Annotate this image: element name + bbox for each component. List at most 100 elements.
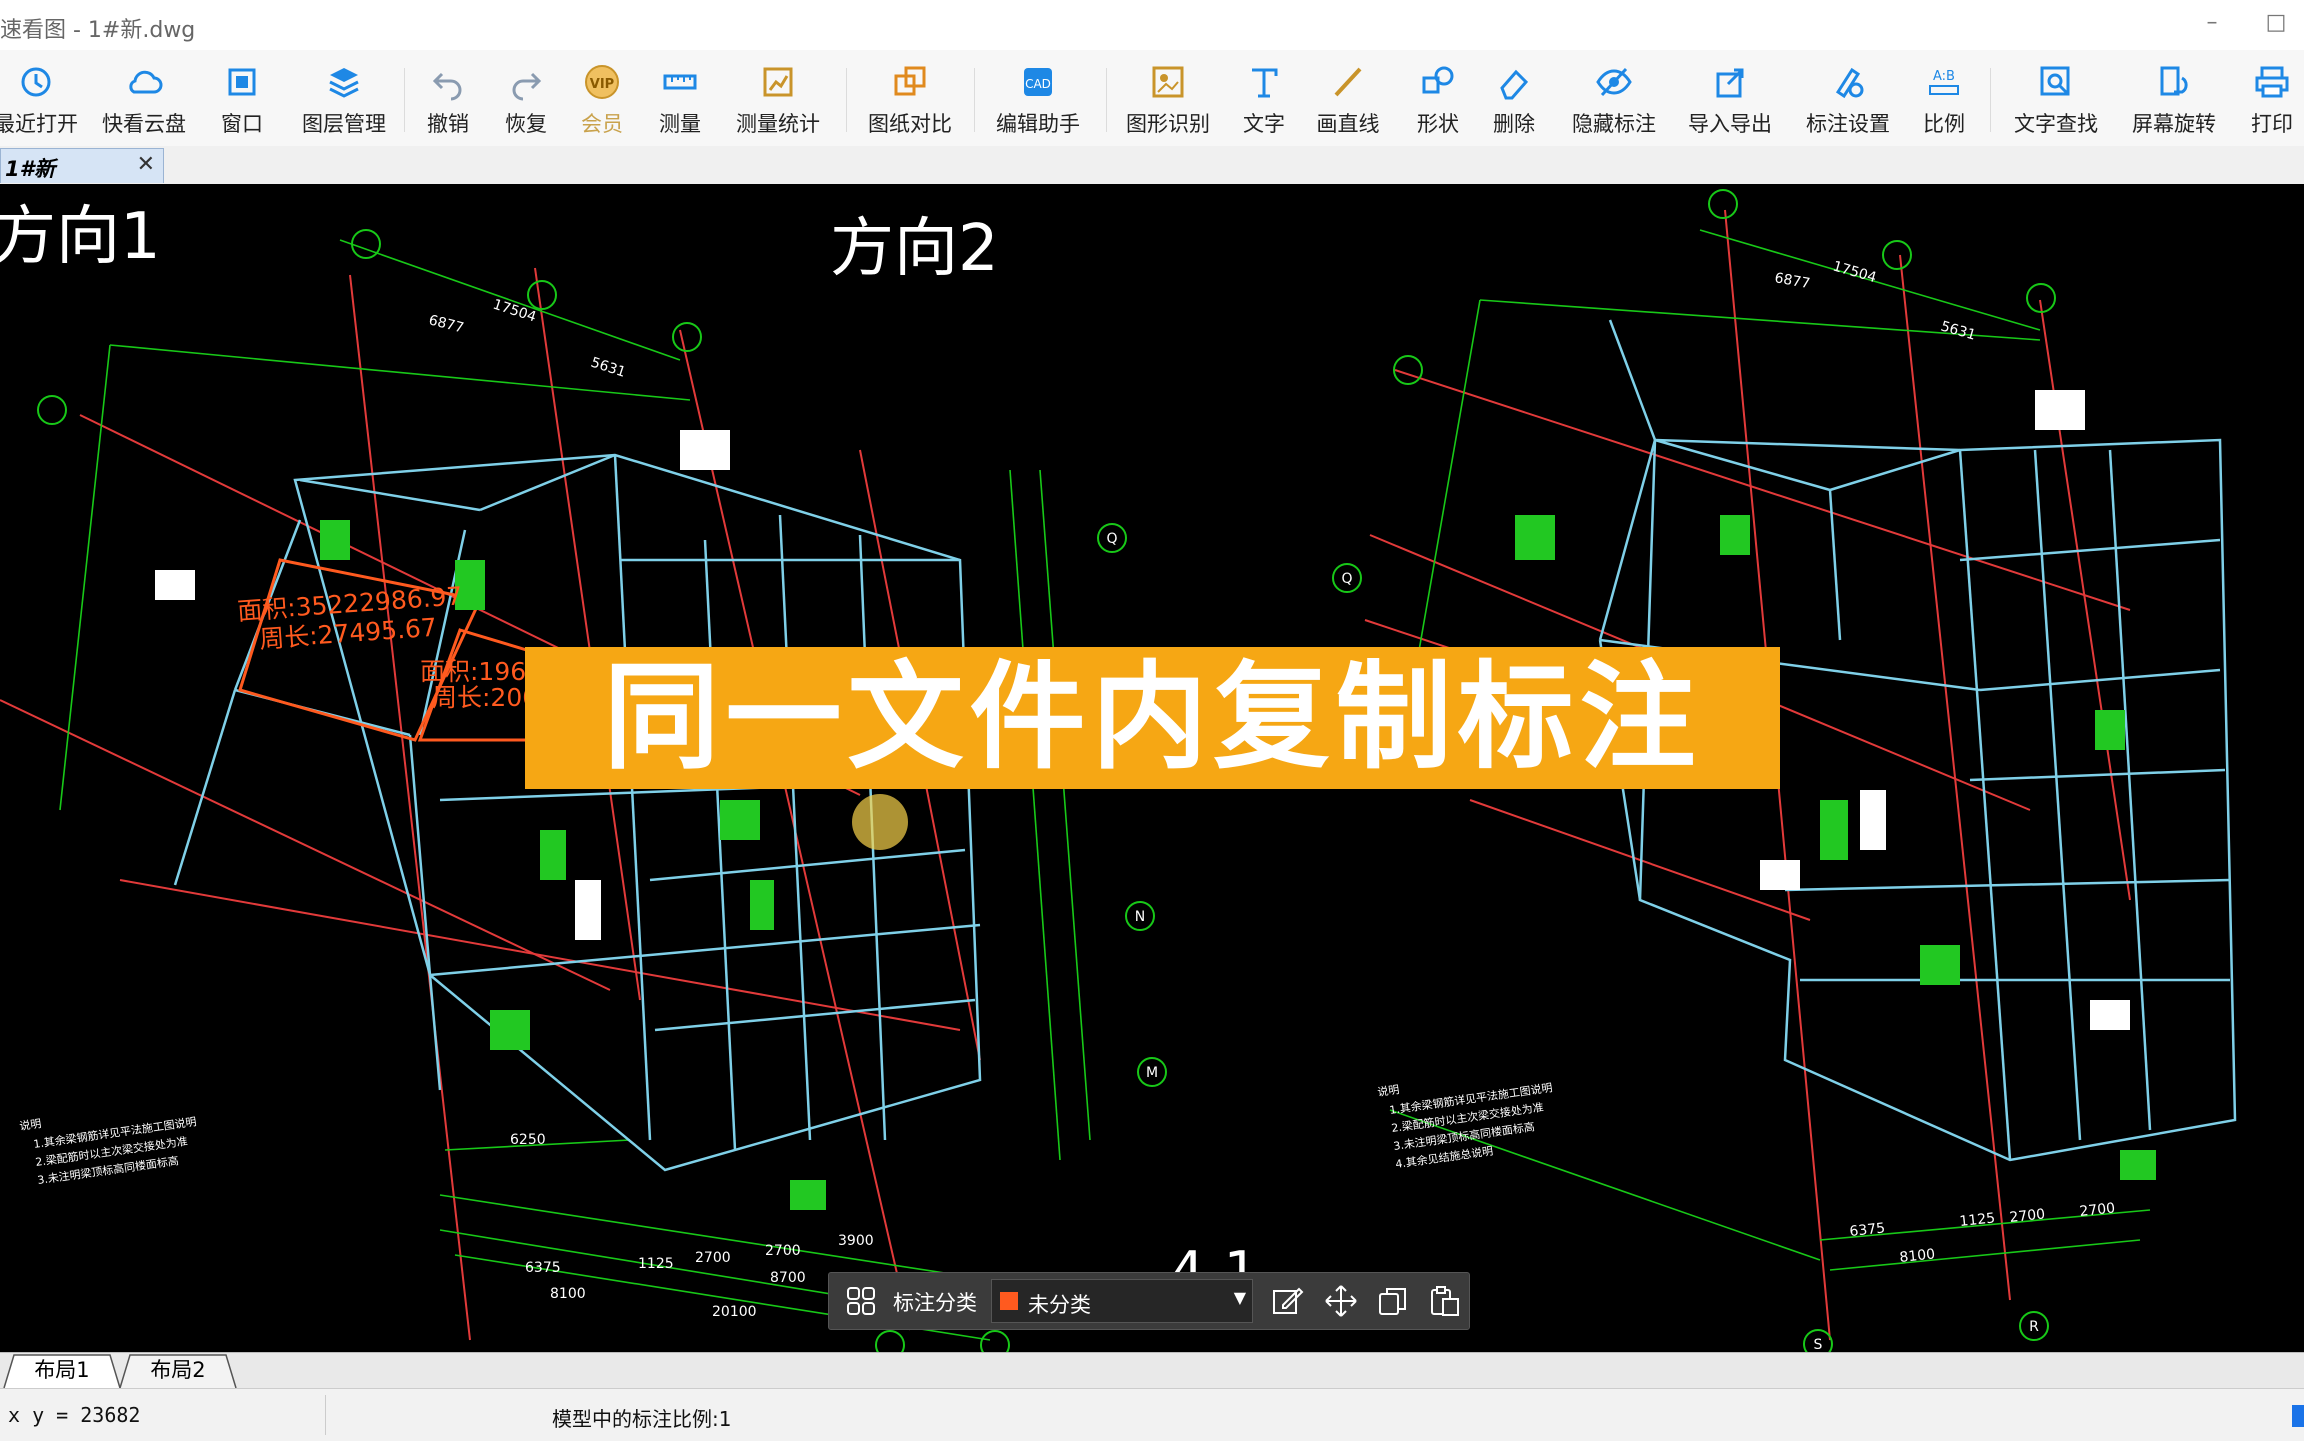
svg-text:8100: 8100 — [1899, 1246, 1936, 1266]
layout-tab-2[interactable]: 布局2 — [130, 1353, 226, 1387]
rotate-screen-icon — [2160, 66, 2188, 96]
svg-text:Q: Q — [1106, 531, 1117, 547]
left-axis-letters: Q N M — [1106, 531, 1158, 1081]
redo-button[interactable]: 恢复 — [496, 56, 556, 142]
status-indicator — [2292, 1405, 2304, 1427]
text-tool-button[interactable]: 文字 — [1236, 56, 1292, 142]
window-button[interactable]: 窗口 — [214, 56, 270, 142]
annotation-scale-status: 模型中的标注比例:1 — [552, 1407, 732, 1431]
line-icon — [1334, 67, 1362, 97]
status-bar: x y = 23682 模型中的标注比例:1 — [0, 1388, 2304, 1441]
print-button[interactable]: 打印 — [2244, 56, 2300, 142]
svg-text:1125: 1125 — [1959, 1210, 1996, 1230]
svg-text:2700: 2700 — [2079, 1200, 2116, 1220]
cursor-highlight — [852, 794, 908, 850]
import-export-icon — [1716, 68, 1744, 98]
text-search-button[interactable]: 文字查找 — [2008, 56, 2104, 142]
svg-text:5631: 5631 — [1939, 318, 1978, 343]
svg-text:说明: 说明 — [18, 1116, 42, 1133]
vip-button[interactable]: VIP 会员 — [572, 56, 632, 142]
drawing-canvas[interactable]: Q N M 方向1 方向2 面积:35222986.97 周长:27495.67… — [0, 184, 2304, 1352]
measure-button[interactable]: 测量 — [650, 56, 710, 142]
svg-text:2700: 2700 — [2009, 1206, 2046, 1226]
draw-line-button[interactable]: 画直线 — [1306, 56, 1390, 142]
maximize-button[interactable]: □ — [2256, 10, 2296, 40]
hide-annotation-button[interactable]: 隐藏标注 — [1566, 56, 1662, 142]
undo-button[interactable]: 撤销 — [418, 56, 478, 142]
measure-stats-button[interactable]: 测量统计 — [730, 56, 826, 142]
svg-text:6250: 6250 — [510, 1132, 546, 1148]
shape-recognize-button[interactable]: 图形识别 — [1120, 56, 1216, 142]
rotate-screen-button[interactable]: 屏幕旋转 — [2126, 56, 2222, 142]
close-tab-icon[interactable]: ✕ — [137, 152, 155, 177]
annotation-settings-button[interactable]: 标注设置 — [1800, 56, 1896, 142]
left-axis-circles — [37, 229, 1167, 1352]
layout-tab-bar: 布局1 布局2 — [0, 1352, 2304, 1389]
svg-text:6375: 6375 — [1849, 1220, 1886, 1240]
svg-text:17504: 17504 — [1831, 258, 1878, 286]
document-tab[interactable]: 1#新 ✕ — [0, 148, 164, 183]
left-notes: 说明 1.其余梁钢筋详见平法施工图说明 2.梁配筋时以主次梁交接处为准 3.未注… — [18, 1114, 197, 1187]
measure-icon — [663, 74, 697, 90]
copy-icon[interactable] — [1375, 1283, 1411, 1319]
svg-text:3900: 3900 — [838, 1233, 874, 1249]
document-tab-name: 1#新 — [5, 157, 56, 181]
perimeter2-readout: 周长:200 — [432, 683, 538, 712]
svg-text:M: M — [1146, 1065, 1158, 1081]
svg-text:6877: 6877 — [1773, 270, 1811, 292]
category-color-swatch — [1000, 1292, 1018, 1310]
shape-icon — [1422, 66, 1454, 94]
scale-icon: A:B — [1929, 69, 1959, 95]
text-icon — [1252, 68, 1278, 98]
measure-stats-icon — [763, 67, 793, 97]
annotation-category-label: 标注分类 — [893, 1291, 977, 1315]
minimize-button[interactable]: – — [2192, 10, 2232, 40]
vip-icon: VIP — [585, 65, 619, 99]
edit-helper-button[interactable]: CAD 编辑助手 — [990, 56, 1086, 142]
svg-text:2700: 2700 — [765, 1243, 801, 1259]
chevron-down-icon: ▼ — [1233, 1288, 1246, 1307]
annotation-settings-icon — [1835, 67, 1864, 99]
left-dimension-lines — [59, 239, 1091, 1341]
shape-recognize-icon — [1152, 66, 1184, 98]
scale-button[interactable]: A:B 比例 — [1914, 56, 1974, 142]
window-title: 速看图 - 1#新.dwg — [0, 18, 196, 43]
text-search-icon — [2040, 66, 2070, 96]
cloud-disk-button[interactable]: 快看云盘 — [96, 56, 192, 142]
print-icon — [2255, 66, 2289, 98]
cloud-icon — [129, 70, 163, 94]
window-icon — [228, 68, 256, 96]
delete-button[interactable]: 删除 — [1484, 56, 1544, 142]
edit-helper-icon: CAD — [1024, 68, 1052, 96]
shape-button[interactable]: 形状 — [1408, 56, 1468, 142]
layout-tab-1[interactable]: 布局1 — [14, 1353, 110, 1387]
svg-text:8100: 8100 — [550, 1286, 586, 1302]
eraser-icon — [1500, 69, 1529, 100]
left-axis-lines — [0, 267, 981, 1341]
grid-icon[interactable] — [843, 1283, 879, 1319]
left-dimension-text: 6250 6375 1125 2700 2700 3900 8100 8700 … — [427, 297, 874, 1320]
svg-text:20100: 20100 — [712, 1304, 757, 1320]
direction-1-label: 方向1 — [0, 200, 161, 274]
recent-open-button[interactable]: 最近打开 — [0, 56, 78, 142]
svg-text:说明: 说明 — [1376, 1082, 1400, 1099]
svg-text:5631: 5631 — [589, 355, 628, 381]
document-tab-bar: 1#新 ✕ — [0, 146, 2304, 185]
svg-text:8700: 8700 — [770, 1270, 806, 1286]
svg-text:A:B: A:B — [1933, 69, 1955, 84]
compare-icon — [894, 66, 926, 96]
import-export-button[interactable]: 导入导出 — [1682, 56, 1778, 142]
svg-text:1125: 1125 — [638, 1256, 674, 1272]
svg-text:6877: 6877 — [427, 312, 465, 336]
paste-icon[interactable] — [1427, 1283, 1463, 1319]
compare-drawings-button[interactable]: 图纸对比 — [862, 56, 958, 142]
layer-manager-button[interactable]: 图层管理 — [296, 56, 392, 142]
move-icon[interactable] — [1323, 1283, 1359, 1319]
svg-text:2700: 2700 — [695, 1250, 731, 1266]
caption-banner: 同一文件内复制标注 — [525, 647, 1780, 789]
recent-open-icon — [21, 67, 51, 97]
annotation-category-select[interactable]: 未分类 ▼ — [991, 1279, 1253, 1323]
edit-icon[interactable] — [1269, 1283, 1305, 1319]
title-bar: 速看图 - 1#新.dwg – □ — [0, 0, 2304, 51]
hide-annotation-icon — [1596, 67, 1632, 97]
